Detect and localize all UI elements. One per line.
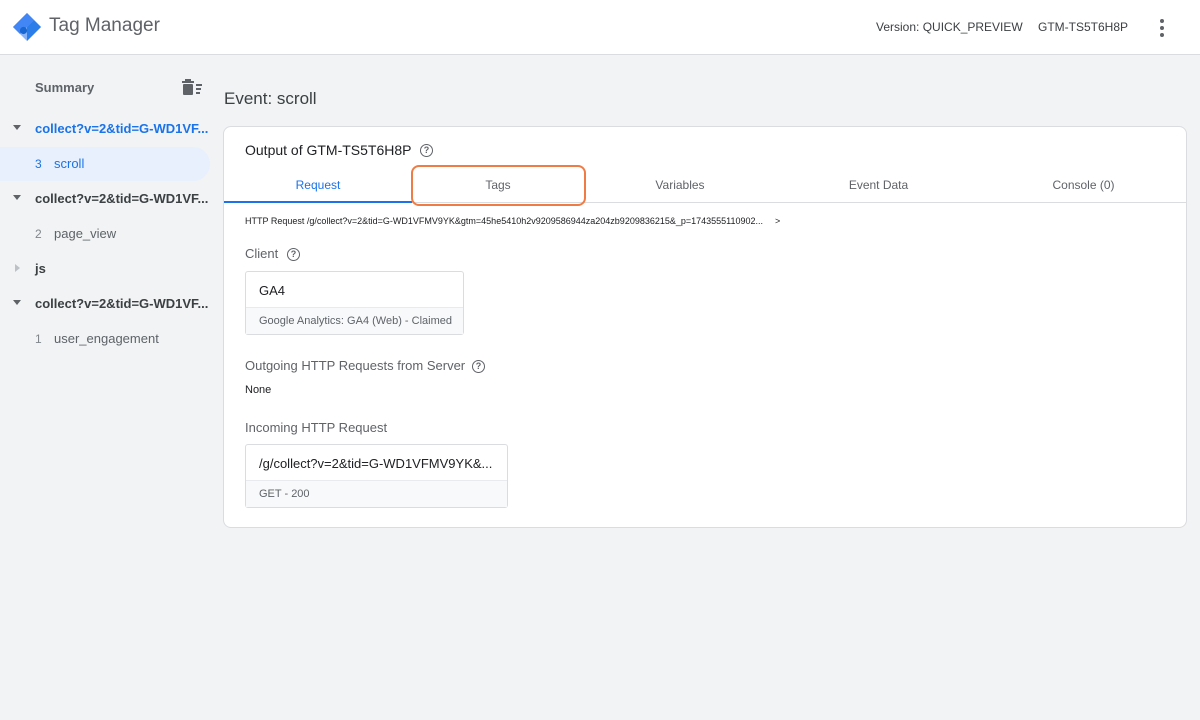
event-number: 1 (35, 332, 42, 346)
sidebar-summary[interactable]: Summary (35, 80, 94, 95)
version-label: Version: QUICK_PREVIEW (876, 20, 1023, 34)
tab-console[interactable]: Console (0) (981, 169, 1186, 203)
tags-tab-highlight (411, 165, 586, 206)
sidebar-event-page-view[interactable]: 2 page_view (0, 217, 210, 251)
app-title: Tag Manager (49, 15, 160, 36)
top-bar: Tag Manager Version: QUICK_PREVIEW GTM-T… (0, 0, 1200, 55)
help-icon[interactable]: ? (287, 248, 300, 261)
gtm-logo-icon[interactable] (12, 12, 42, 42)
tab-bar: Request Tags Variables Event Data Consol… (224, 169, 1186, 203)
incoming-request-label: Incoming HTTP Request (245, 420, 388, 435)
outgoing-requests-label: Outgoing HTTP Requests from Server (245, 358, 466, 373)
event-title: Event: scroll (224, 89, 317, 108)
delete-sweep-icon[interactable] (181, 78, 203, 96)
chevron-right-icon[interactable]: > (775, 216, 780, 226)
http-request-text: HTTP Request /g/collect?v=2&tid=G-WD1VFM… (245, 216, 764, 226)
incoming-request-url: /g/collect?v=2&tid=G-WD1VFMV9YK&... (259, 456, 493, 471)
collapsed-caret-icon[interactable] (15, 264, 20, 272)
incoming-request-box[interactable]: /g/collect?v=2&tid=G-WD1VFMV9YK&... GET … (245, 444, 508, 508)
event-label: scroll (54, 156, 85, 171)
sidebar-group-collect-3[interactable]: collect?v=2&tid=G-WD1VF... (0, 287, 210, 321)
sidebar-group-label: collect?v=2&tid=G-WD1VF... (35, 296, 209, 311)
container-id-label: GTM-TS5T6H8P (1038, 20, 1129, 34)
client-name: GA4 (259, 283, 286, 298)
client-box[interactable]: GA4 Google Analytics: GA4 (Web) - Claime… (245, 271, 464, 335)
expand-caret-icon[interactable] (13, 195, 21, 200)
sidebar-event-scroll[interactable]: 3 scroll (0, 147, 210, 181)
sidebar-group-label: collect?v=2&tid=G-WD1VF... (35, 121, 209, 136)
sidebar-group-collect-1[interactable]: collect?v=2&tid=G-WD1VF... (0, 112, 210, 146)
more-vert-icon[interactable] (1150, 16, 1174, 40)
event-label: page_view (54, 226, 117, 241)
sidebar-group-label: collect?v=2&tid=G-WD1VF... (35, 191, 209, 206)
tab-request[interactable]: Request (224, 169, 412, 203)
outgoing-requests-value: None (245, 384, 272, 396)
help-icon[interactable]: ? (472, 360, 485, 373)
expand-caret-icon[interactable] (13, 300, 21, 305)
event-number: 3 (35, 157, 42, 171)
incoming-request-status: GET - 200 (246, 480, 507, 507)
tab-event-data[interactable]: Event Data (776, 169, 981, 203)
sidebar-group-label: js (35, 261, 46, 276)
event-number: 2 (35, 227, 42, 241)
sidebar-group-collect-2[interactable]: collect?v=2&tid=G-WD1VF... (0, 182, 210, 216)
event-label: user_engagement (54, 331, 159, 346)
output-title: Output of GTM-TS5T6H8P (245, 142, 412, 158)
help-icon[interactable]: ? (420, 144, 433, 157)
client-detail: Google Analytics: GA4 (Web) - Claimed (246, 307, 463, 334)
expand-caret-icon[interactable] (13, 125, 21, 130)
client-label: Client (245, 246, 279, 261)
tab-variables[interactable]: Variables (584, 169, 776, 203)
http-request-line[interactable]: HTTP Request /g/collect?v=2&tid=G-WD1VFM… (245, 216, 780, 226)
sidebar-event-user-engagement[interactable]: 1 user_engagement (0, 322, 210, 356)
output-card: Output of GTM-TS5T6H8P ? Request Tags Va… (223, 126, 1187, 528)
sidebar-group-js[interactable]: js (0, 252, 210, 286)
